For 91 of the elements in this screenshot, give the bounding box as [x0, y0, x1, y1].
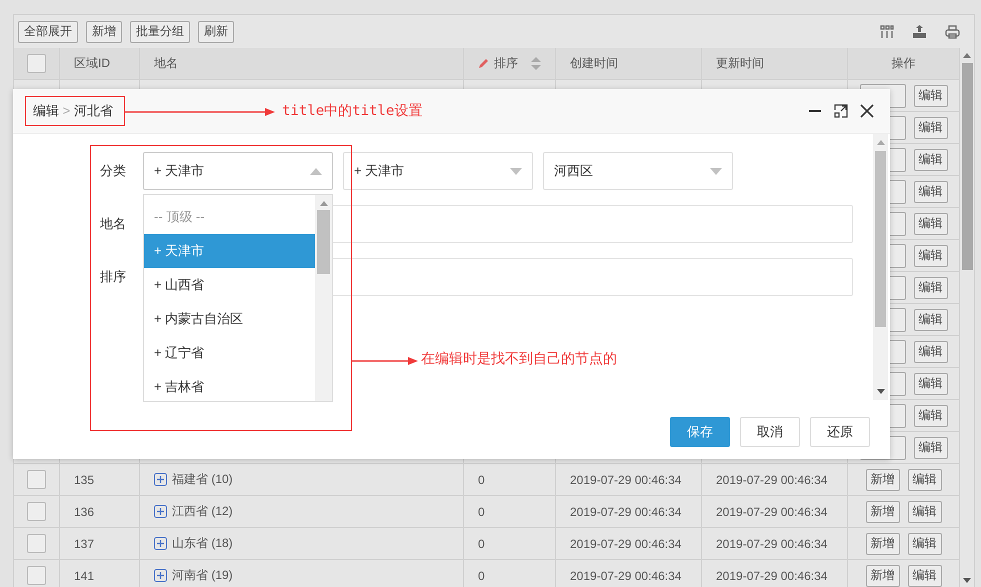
table-cell: 2019-07-29 00:46:34 [570, 568, 682, 582]
column-header: 地名 [154, 55, 178, 72]
toolbar-button[interactable]: 刷新 [198, 20, 234, 42]
table-cell: 2019-07-29 00:46:34 [570, 472, 682, 486]
maximize-icon[interactable] [834, 104, 848, 118]
table-cell: 2019-07-29 00:46:34 [570, 504, 682, 518]
column-header: 创建时间 [570, 55, 618, 72]
columns-icon[interactable] [880, 24, 894, 38]
row-action-button[interactable]: 编辑 [908, 564, 942, 586]
row-action-button[interactable]: 编辑 [908, 500, 942, 522]
table-cell: 0 [478, 568, 485, 582]
row-action-button[interactable]: 编辑 [914, 340, 948, 362]
table-cell: 2019-07-29 00:46:34 [570, 536, 682, 550]
table-cell: 135 [74, 472, 94, 486]
dialog-button[interactable]: 还原 [810, 417, 870, 447]
expand-icon[interactable] [154, 473, 167, 486]
row-action-button[interactable]: 编辑 [914, 212, 948, 234]
row-action-button[interactable]: 新增 [866, 564, 900, 586]
row-action-button[interactable]: 编辑 [914, 404, 948, 426]
table-cell: 江西省 (12) [172, 503, 233, 520]
row-action-button[interactable]: 新增 [866, 500, 900, 522]
column-header: 操作 [892, 55, 916, 72]
row-action-button[interactable]: 编辑 [914, 116, 948, 138]
caret-icon [710, 168, 722, 174]
table-cell: 山东省 (18) [172, 535, 233, 552]
scrollbar[interactable] [315, 195, 332, 401]
table-cell: 2019-07-29 00:46:34 [716, 536, 828, 550]
row-action-button[interactable]: 编辑 [914, 244, 948, 266]
row-action-button[interactable]: 编辑 [914, 372, 948, 394]
field-label: 地名 [100, 215, 127, 233]
column-header: 更新时间 [716, 55, 764, 72]
row-checkbox[interactable] [27, 566, 46, 585]
select-field[interactable]: + 天津市 [343, 152, 533, 190]
table-cell: 河南省 (19) [172, 567, 233, 584]
table-cell: 2019-07-29 00:46:34 [716, 472, 828, 486]
scrollbar[interactable] [873, 134, 888, 400]
expand-icon[interactable] [154, 537, 167, 550]
dropdown-option[interactable]: + 吉林省 [144, 370, 315, 401]
table-cell: 0 [478, 472, 485, 486]
table-cell: 2019-07-29 00:46:34 [716, 504, 828, 518]
dropdown-option[interactable]: + 辽宁省 [144, 336, 315, 370]
sort-icon[interactable] [531, 57, 541, 70]
column-header: 区域ID [74, 55, 110, 72]
table-cell: 0 [478, 504, 485, 518]
row-action-button[interactable]: 编辑 [914, 84, 948, 106]
table-cell: 137 [74, 536, 94, 550]
row-action-button[interactable]: 编辑 [908, 532, 942, 554]
select-all-checkbox[interactable] [27, 54, 46, 73]
row-action-button[interactable]: 编辑 [908, 468, 942, 490]
annotation-text: 在编辑时是找不到自己的节点的 [421, 350, 617, 368]
row-action-button[interactable]: 新增 [866, 468, 900, 490]
row-action-button[interactable]: 新增 [866, 532, 900, 554]
toolbar-button[interactable]: 全部展开 [18, 20, 78, 42]
close-icon[interactable] [860, 104, 874, 118]
column-header[interactable]: 排序 [494, 55, 518, 72]
row-action-button[interactable]: 编辑 [914, 180, 948, 202]
table-cell: 141 [74, 568, 94, 582]
dropdown-option[interactable]: + 内蒙古自治区 [144, 302, 315, 336]
table-cell: 0 [478, 536, 485, 550]
row-checkbox[interactable] [27, 470, 46, 489]
row-checkbox[interactable] [27, 534, 46, 553]
toolbar-button[interactable]: 批量分组 [130, 20, 190, 42]
field-label: 分类 [100, 162, 127, 180]
row-action-button[interactable]: 编辑 [914, 308, 948, 330]
table-cell: 136 [74, 504, 94, 518]
select-field[interactable]: 河西区 [543, 152, 733, 190]
row-action-button[interactable]: 编辑 [914, 276, 948, 298]
annotation-arrow [352, 357, 418, 365]
row-action-button[interactable]: 编辑 [914, 148, 948, 170]
annotation-text: title中的title设置 [282, 102, 422, 120]
dialog-title: 编辑 > 河北省 [33, 102, 113, 120]
table-cell: 福建省 (10) [172, 471, 233, 488]
expand-icon[interactable] [154, 569, 167, 582]
scroll-up-icon[interactable] [963, 53, 971, 58]
print-icon[interactable] [945, 24, 960, 38]
dialog-button[interactable]: 取消 [740, 417, 800, 447]
export-icon[interactable] [912, 24, 927, 38]
caret-icon [510, 168, 522, 174]
scroll-down-icon[interactable] [876, 389, 884, 394]
row-checkbox[interactable] [27, 502, 46, 521]
field-label: 排序 [100, 268, 127, 286]
toolbar-button[interactable]: 新增 [86, 20, 122, 42]
caret-icon [310, 168, 322, 174]
scroll-up-icon[interactable] [320, 201, 328, 206]
scrollbar-thumb[interactable] [317, 210, 330, 274]
table-cell: 2019-07-29 00:46:34 [716, 568, 828, 582]
dropdown-option[interactable]: + 山西省 [144, 268, 315, 302]
expand-icon[interactable] [154, 505, 167, 518]
pencil-icon [478, 58, 489, 69]
scroll-down-icon[interactable] [963, 578, 971, 583]
row-action-button[interactable]: 编辑 [914, 436, 948, 458]
